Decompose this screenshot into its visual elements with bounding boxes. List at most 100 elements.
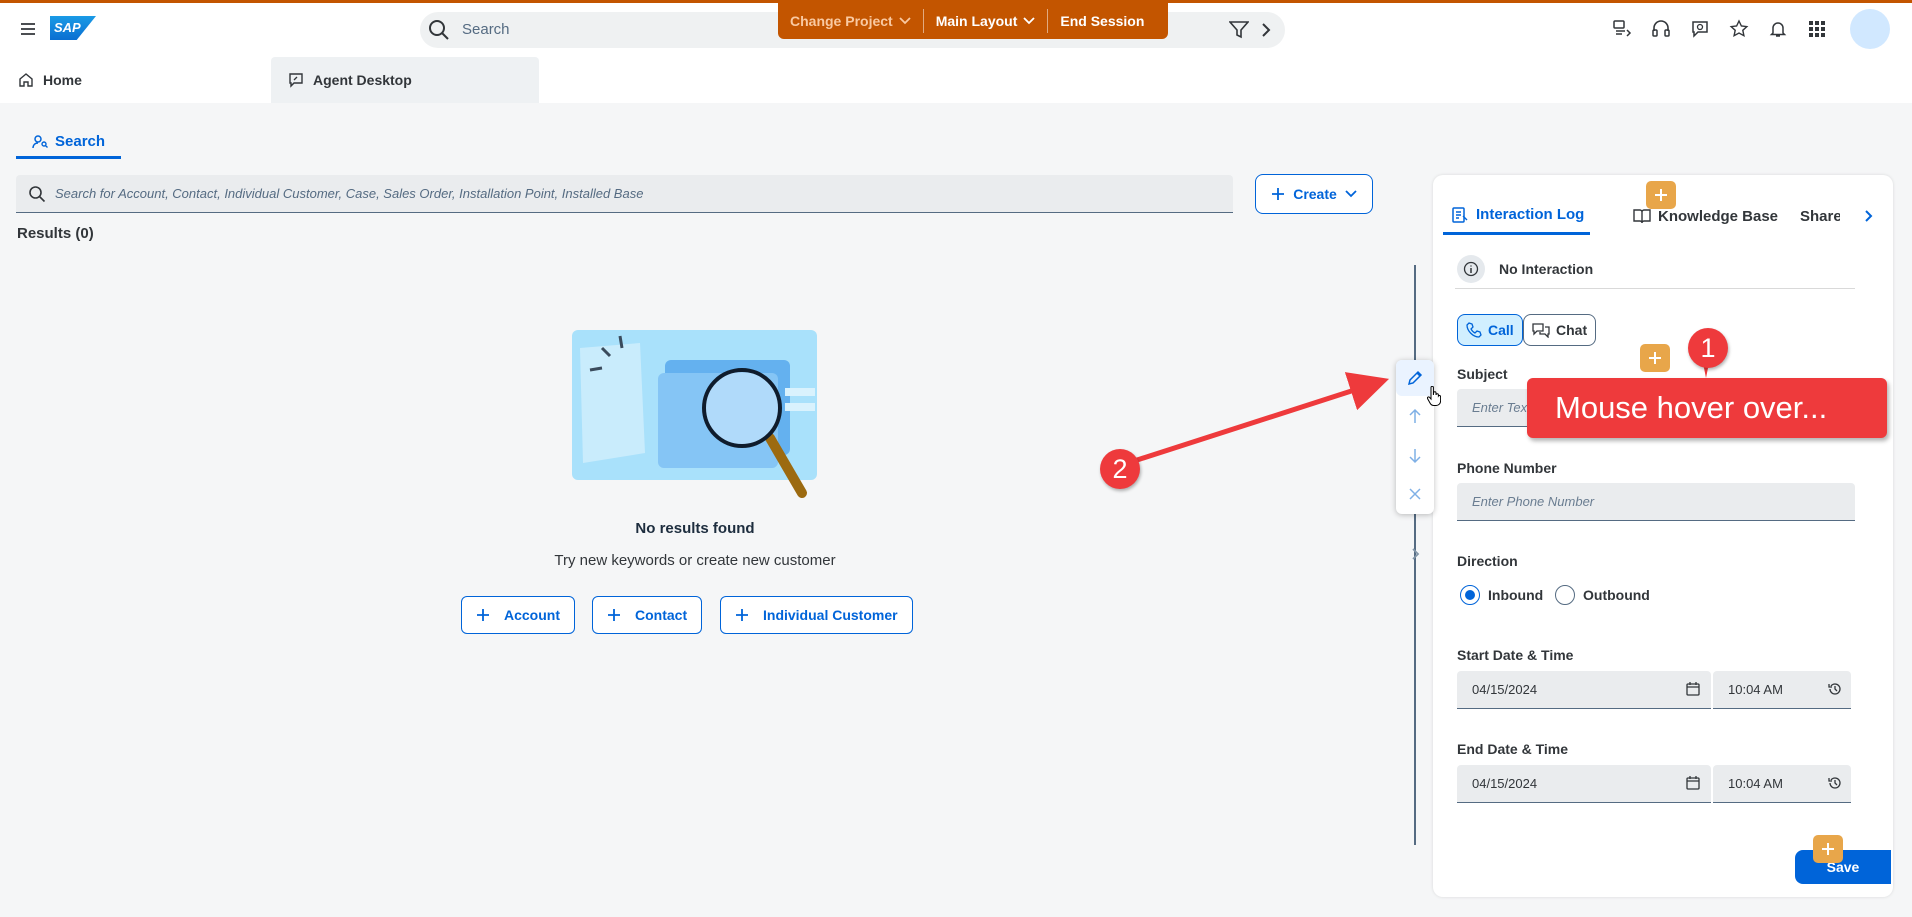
close-icon[interactable] [1396, 476, 1434, 512]
create-account-button[interactable]: Account [461, 596, 575, 634]
end-date-input[interactable]: 04/15/2024 [1457, 765, 1711, 803]
main-layout-menu[interactable]: Main Layout [924, 9, 1049, 33]
annotation-callout: Mouse hover over... [1527, 378, 1887, 438]
create-label: Create [1293, 186, 1337, 202]
sap-logo[interactable]: SAP [50, 16, 96, 40]
add-field-plus-icon[interactable] [1640, 344, 1670, 372]
change-project-label: Change Project [790, 13, 893, 29]
create-button[interactable]: Create [1255, 174, 1373, 214]
call-label: Call [1488, 322, 1514, 338]
chevron-down-icon [1023, 17, 1036, 25]
tab-agent-desktop[interactable]: Agent Desktop [271, 57, 539, 103]
create-individual-customer-label: Individual Customer [763, 607, 898, 623]
agent-desktop-icon [289, 73, 303, 88]
tab-home-label: Home [43, 72, 82, 88]
tab-interaction-log[interactable]: Interaction Log [1443, 197, 1591, 235]
tab-knowledge-base-label: Knowledge Base [1658, 207, 1779, 225]
subject-label: Subject [1457, 366, 1508, 382]
no-interaction-banner: No Interaction [1455, 249, 1855, 289]
edit-toolbar [1396, 360, 1434, 514]
direction-outbound-radio[interactable]: Outbound [1555, 585, 1650, 605]
shell-bar: SAP Search Change Project Main Layout En… [0, 3, 1912, 55]
calendar-icon[interactable] [1685, 681, 1701, 697]
worklist-icon[interactable] [1602, 9, 1641, 49]
interaction-log-icon [1452, 206, 1468, 223]
add-section-plus-icon[interactable] [1646, 181, 1676, 209]
feedback-icon[interactable] [1680, 9, 1719, 49]
plus-icon [608, 609, 620, 621]
end-time-input[interactable]: 10:04 AM [1713, 765, 1851, 803]
chat-toggle[interactable]: Chat [1523, 314, 1597, 346]
phone-icon [1466, 322, 1482, 338]
add-footer-plus-icon[interactable] [1813, 835, 1843, 863]
chevron-right-icon[interactable] [1259, 22, 1273, 38]
tab-search-label: Search [55, 133, 106, 150]
tabs-overflow-chevron-icon[interactable] [1863, 197, 1875, 235]
end-date-value: 04/15/2024 [1472, 776, 1538, 791]
radio-unselected-icon [1555, 585, 1575, 605]
tab-home[interactable]: Home [18, 57, 82, 103]
create-contact-label: Contact [635, 607, 688, 623]
filter-icon[interactable] [1229, 21, 1249, 39]
search-icon [428, 19, 450, 41]
change-project-menu[interactable]: Change Project [778, 9, 924, 33]
start-datetime-label: Start Date & Time [1457, 647, 1574, 663]
chevron-right-icon[interactable] [1407, 546, 1423, 562]
shell-actions [1602, 9, 1912, 49]
book-icon [1633, 209, 1651, 224]
chat-label: Chat [1556, 322, 1588, 338]
tab-interaction-log-label: Interaction Log [1476, 206, 1585, 223]
end-time-value: 10:04 AM [1728, 776, 1783, 791]
interaction-panel: Interaction Log Knowledge Base Share No … [1433, 175, 1893, 897]
global-search-input[interactable]: Search for Account, Contact, Individual … [16, 175, 1233, 213]
bell-icon[interactable] [1758, 9, 1797, 49]
session-toolbar: Change Project Main Layout End Session [778, 3, 1168, 39]
info-icon [1457, 254, 1485, 283]
hand-pointer-icon [1427, 386, 1441, 406]
star-icon[interactable] [1719, 9, 1758, 49]
radio-selected-icon [1460, 585, 1480, 605]
direction-outbound-label: Outbound [1583, 587, 1650, 603]
create-individual-customer-button[interactable]: Individual Customer [720, 596, 913, 634]
chevron-down-icon [1345, 190, 1357, 198]
workspace-tabs: Home Agent Desktop [0, 55, 1912, 103]
plus-icon [1272, 188, 1285, 200]
time-history-icon[interactable] [1827, 775, 1843, 791]
annotation-step-1: 1 [1688, 328, 1728, 368]
call-toggle[interactable]: Call [1457, 314, 1523, 346]
start-time-input[interactable]: 10:04 AM [1713, 671, 1851, 709]
time-history-icon[interactable] [1827, 681, 1843, 697]
empty-title: No results found [635, 520, 755, 537]
create-contact-button[interactable]: Contact [592, 596, 703, 634]
tab-search[interactable]: Search [16, 127, 122, 159]
plus-icon [736, 609, 748, 621]
tab-share-label: Share [1800, 207, 1840, 225]
headset-icon[interactable] [1641, 9, 1680, 49]
avatar[interactable] [1850, 9, 1890, 49]
end-session-label: End Session [1060, 13, 1145, 29]
home-icon [19, 73, 33, 87]
phone-number-input[interactable]: Enter Phone Number [1457, 483, 1855, 521]
results-count: Results (0) [17, 225, 94, 242]
search-icon [28, 185, 46, 203]
apps-grid-icon[interactable] [1797, 9, 1836, 49]
end-datetime-label: End Date & Time [1457, 741, 1568, 757]
arrow-down-icon[interactable] [1396, 438, 1434, 474]
no-interaction-label: No Interaction [1499, 260, 1594, 277]
menu-icon[interactable] [18, 19, 38, 39]
start-date-value: 04/15/2024 [1472, 682, 1538, 697]
start-time-value: 10:04 AM [1728, 682, 1783, 697]
end-session-button[interactable]: End Session [1048, 9, 1156, 33]
chat-icon [1532, 323, 1550, 338]
create-account-label: Account [504, 607, 560, 623]
direction-inbound-radio[interactable]: Inbound [1460, 585, 1543, 605]
empty-subtitle: Try new keywords or create new customer [554, 552, 836, 569]
tab-share[interactable]: Share [1800, 197, 1840, 235]
calendar-icon[interactable] [1685, 775, 1701, 791]
plus-icon [477, 609, 489, 621]
direction-inbound-label: Inbound [1488, 587, 1544, 603]
person-search-icon [32, 134, 48, 148]
start-date-input[interactable]: 04/15/2024 [1457, 671, 1711, 709]
tab-agent-desktop-label: Agent Desktop [313, 72, 412, 88]
save-button[interactable]: Save [1795, 850, 1891, 884]
